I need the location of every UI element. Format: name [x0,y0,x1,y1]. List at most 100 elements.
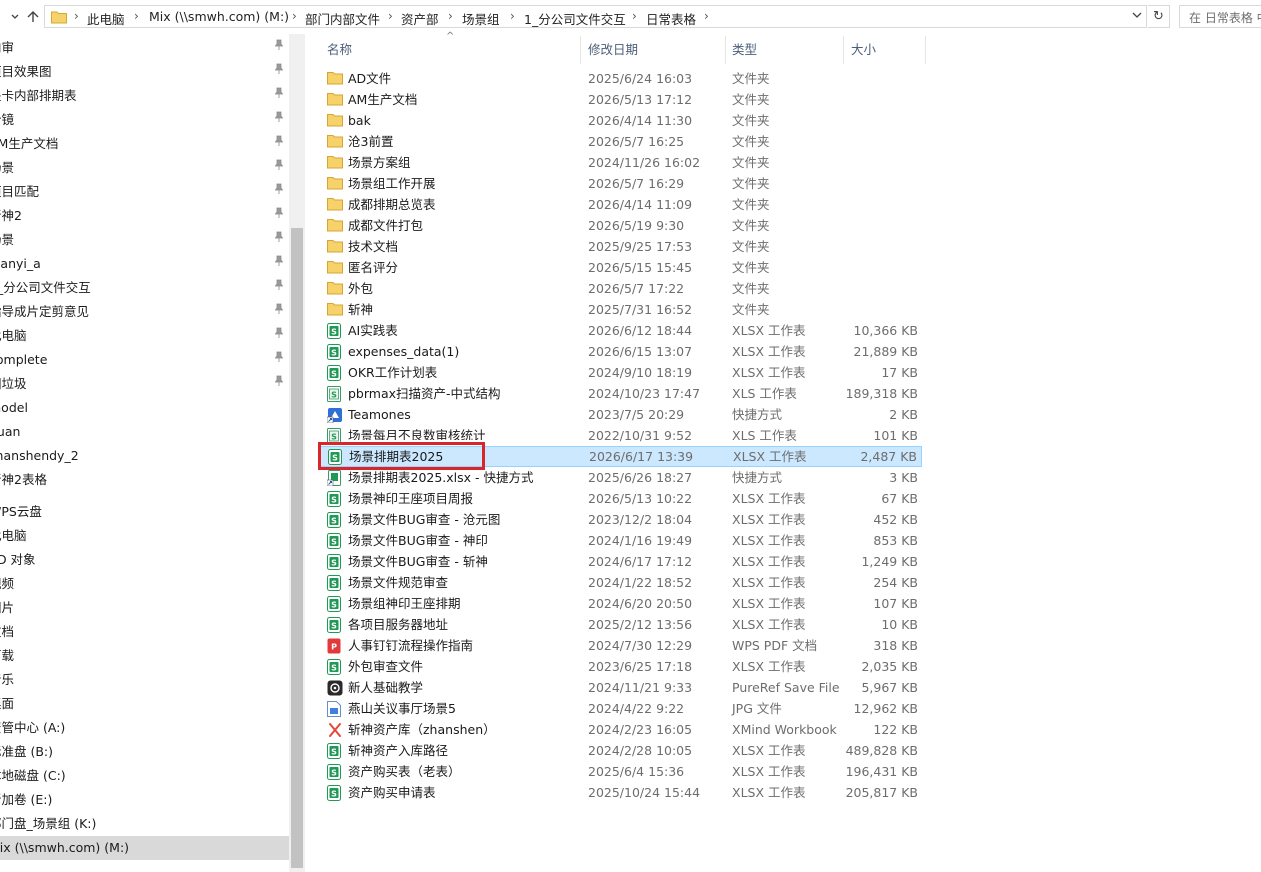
pin-icon[interactable] [274,228,284,252]
breadcrumb-dept-files[interactable]: 部门内部文件 [305,9,380,28]
nav-item[interactable]: 文档 [0,620,289,644]
nav-item[interactable]: 下载 [0,644,289,668]
nav-item[interactable]: 分镜 [0,108,289,132]
column-divider[interactable] [925,36,926,64]
pin-icon[interactable] [274,84,284,108]
breadcrumb-branch-exchange[interactable]: 1_分公司文件交互 [524,9,626,28]
column-header-type[interactable]: 类型 [732,38,757,62]
nav-item[interactable]: quan [0,420,289,444]
pin-icon[interactable] [274,204,284,228]
file-row[interactable]: S 场景每月不良数审核统计 2022/10/31 9:52 XLS 工作表 101 KB [318,425,922,446]
file-row[interactable]: Sexpenses_data(1) 2026/6/15 13:07 XLSX 工作表… [318,341,922,362]
nav-item[interactable]: 项目效果图 [0,60,289,84]
column-header-name[interactable]: 名称 [327,38,352,62]
nav-item[interactable]: model [0,396,289,420]
nav-item[interactable]: 此电脑 [0,524,289,548]
file-row[interactable]: S 场景组神印王座排期 2024/6/20 20:50 XLSX 工作表 107 KB [318,593,922,614]
file-row[interactable]: S AI实践表 2026/6/12 18:44 XLSX 工作表 10,366 KB [318,320,922,341]
file-row[interactable]: 燕山关议事厅场景5 2024/4/22 9:22 JPG 文件 12,962 KB [318,698,922,719]
nav-item[interactable]: 指导成片定剪意见 [0,300,289,324]
nav-item[interactable]: 斩神2 [0,204,289,228]
nav-item[interactable]: 内审 [0,36,289,60]
file-row[interactable]: 成都文件打包 2026/5/19 9:30 文件夹 [318,215,922,236]
file-row[interactable]: S OKR工作计划表 2024/9/10 18:19 XLSX 工作表 17 KB [318,362,922,383]
file-row[interactable]: AD文件 2025/6/24 16:03 文件夹 [318,68,922,89]
pin-icon[interactable] [274,324,284,348]
file-row[interactable]: 沧3前置 2026/5/7 16:25 文件夹 [318,131,922,152]
nav-item[interactable]: WPS云盘 [0,500,289,524]
breadcrumb-daily-sheets[interactable]: 日常表格 [646,9,696,28]
file-row[interactable]: 斩神资产库（zhanshen） 2024/2/23 16:05 XMind Work… [318,719,922,740]
file-row[interactable]: S 场景排期表2025 2026/6/17 13:39 XLSX 工作表 2,487 K… [318,446,922,467]
file-row[interactable]: S 场景文件BUG审查 - 斩神 2024/6/17 17:12 XLSX 工作表 1,… [318,551,922,572]
nav-item[interactable]: 桌面 [0,692,289,716]
file-row[interactable]: 场景组工作开展 2026/5/7 16:29 文件夹 [318,173,922,194]
file-row[interactable]: S 场景文件BUG审查 - 沧元图 2023/12/2 18:04 XLSX 工作表 4… [318,509,922,530]
nav-item[interactable]: zhanshendy_2 [0,444,289,468]
nav-item[interactable]: 斩神2表格 [0,468,289,492]
file-row[interactable]: S 各项目服务器地址 2025/2/12 13:56 XLSX 工作表 10 KB [318,614,922,635]
nav-item[interactable]: 3D 对象 [0,548,289,572]
file-row[interactable]: 场景排期表2025.xlsx - 快捷方式 2025/6/26 18:27 快捷方式… [318,467,922,488]
file-row[interactable]: 斩神 2025/7/31 16:52 文件夹 [318,299,922,320]
search-input[interactable] [1187,7,1261,28]
file-row[interactable]: Teamones 2023/7/5 20:29 快捷方式 2 KB [318,404,922,425]
pin-icon[interactable] [274,300,284,324]
nav-item[interactable]: 资管中心 (A:) [0,716,289,740]
breadcrumb-asset-dept[interactable]: 资产部 [401,9,439,28]
address-input[interactable]: › 此电脑 › Mix (\\smwh.com) (M:) › 部门内部文件 ›… [44,5,1147,28]
refresh-icon[interactable]: ↻ [1148,5,1170,28]
address-dropdown-icon[interactable] [1131,5,1143,28]
file-row[interactable]: 新人基础教学 2024/11/21 9:33 PureRef Save File 5,… [318,677,922,698]
file-row[interactable]: S 场景神印王座项目周报 2026/5/13 10:22 XLSX 工作表 67 KB [318,488,922,509]
recent-locations-icon[interactable] [5,7,25,27]
pin-icon[interactable] [274,60,284,84]
file-row[interactable]: S 斩神资产入库路径 2024/2/28 10:05 XLSX 工作表 489,828 … [318,740,922,761]
file-row[interactable]: S 外包审查文件 2023/6/25 17:18 XLSX 工作表 2,035 KB [318,656,922,677]
breadcrumb-drive-m[interactable]: Mix (\\smwh.com) (M:) [149,9,289,24]
pin-icon[interactable] [274,348,284,372]
pin-icon[interactable] [274,276,284,300]
file-row[interactable]: 场景方案组 2024/11/26 16:02 文件夹 [318,152,922,173]
file-row[interactable]: S 场景文件BUG审查 - 神印 2024/1/16 19:49 XLSX 工作表 85… [318,530,922,551]
file-row[interactable]: AM生产文档 2026/5/13 17:12 文件夹 [318,89,922,110]
file-row[interactable]: 外包 2026/5/7 17:22 文件夹 [318,278,922,299]
nav-item[interactable]: 图片 [0,596,289,620]
column-divider[interactable] [580,36,581,64]
file-row[interactable]: 匿名评分 2026/5/15 15:45 文件夹 [318,257,922,278]
nav-item[interactable]: 关卡内部排期表 [0,84,289,108]
pin-icon[interactable] [274,132,284,156]
column-divider[interactable] [725,36,726,64]
nav-item[interactable]: 项目匹配 [0,180,289,204]
pin-icon[interactable] [274,372,284,396]
pin-icon[interactable] [274,252,284,276]
nav-item[interactable]: 音乐 [0,668,289,692]
pin-icon[interactable] [274,180,284,204]
nav-item[interactable]: 新加卷 (E:) [0,788,289,812]
file-row[interactable]: 技术文档 2025/9/25 17:53 文件夹 [318,236,922,257]
pin-icon[interactable] [274,108,284,132]
file-row[interactable]: bak 2026/4/14 11:30 文件夹 [318,110,922,131]
nav-item[interactable]: 部门盘_场景组 (K:) [0,812,289,836]
nav-item[interactable]: qianyi_a [0,252,289,276]
breadcrumb-this-pc[interactable]: 此电脑 [87,9,125,28]
breadcrumb-scene-group[interactable]: 场景组 [462,9,500,28]
nav-item[interactable]: 回垃圾 [0,372,289,396]
column-header-size[interactable]: 大小 [851,38,876,62]
nav-scrollbar-thumb[interactable] [291,228,303,868]
column-divider[interactable] [843,36,844,64]
file-row[interactable]: P 人事钉钉流程操作指南 2024/7/30 12:29 WPS PDF 文档 318 … [318,635,922,656]
nav-item[interactable]: 标准盘 (B:) [0,740,289,764]
column-header-date[interactable]: 修改日期 [588,38,638,62]
pin-icon[interactable] [274,156,284,180]
nav-item[interactable]: 场景 [0,228,289,252]
nav-item[interactable]: 场景 [0,156,289,180]
nav-scrollbar[interactable] [289,34,305,872]
file-row[interactable]: Spbrmax扫描资产-中式结构 2024/10/23 17:47 XLS 工作表 1… [318,383,922,404]
file-row[interactable]: S 资产购买表（老表） 2025/6/4 15:36 XLSX 工作表 196,431 … [318,761,922,782]
file-row[interactable]: 成都排期总览表 2026/4/14 11:09 文件夹 [318,194,922,215]
file-row[interactable]: S 场景文件规范审查 2024/1/22 18:52 XLSX 工作表 254 KB [318,572,922,593]
nav-item[interactable]: 本地磁盘 (C:) [0,764,289,788]
nav-item[interactable]: complete [0,348,289,372]
nav-item[interactable]: 视频 [0,572,289,596]
